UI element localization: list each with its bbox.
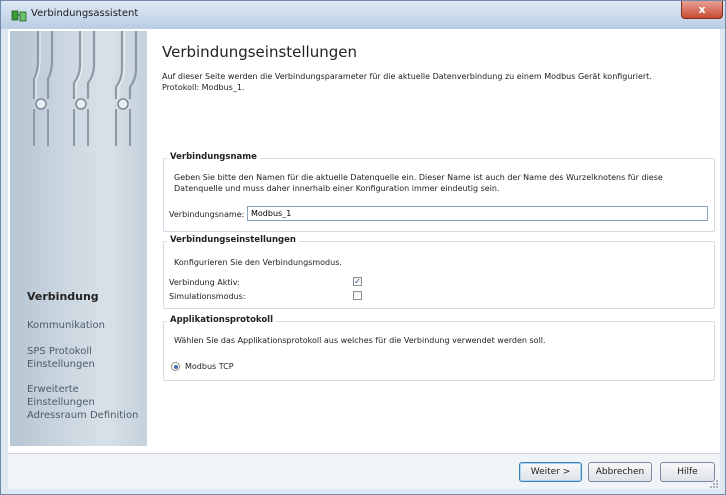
page-description-line2: Protokoll: Modbus_1. xyxy=(162,83,245,92)
group-verbindungseinstellungen-title: Verbindungseinstellungen xyxy=(167,235,299,245)
group-verbindungsname-text-line1: Geben Sie bitte den Namen für die aktuel… xyxy=(174,173,663,182)
sidebar-item-verbindung[interactable]: Verbindung xyxy=(27,290,99,303)
window-title: Verbindungsassistent xyxy=(31,8,139,19)
modbus-tcp-label[interactable]: Modbus TCP xyxy=(185,362,234,371)
wizard-sidebar: Verbindung Kommunikation SPS Protokoll E… xyxy=(10,31,147,446)
page-description: Auf dieser Seite werden die Verbindungsp… xyxy=(162,71,702,93)
close-button[interactable]: x xyxy=(681,1,723,19)
group-applikationsprotokoll-title: Applikationsprotokoll xyxy=(167,315,277,325)
simulationsmodus-label: Simulationsmodus: xyxy=(169,292,246,301)
group-applikationsprotokoll-text: Wählen Sie das Applikationsprotokoll aus… xyxy=(174,336,546,345)
next-button[interactable]: Weiter > xyxy=(519,462,582,482)
cancel-button[interactable]: Abbrechen xyxy=(588,462,652,482)
group-verbindungseinstellungen-text: Konfigurieren Sie den Verbindungsmodus. xyxy=(174,258,342,267)
verbindung-aktiv-checkbox[interactable]: ✓ xyxy=(353,277,362,286)
group-verbindungsname-text: Geben Sie bitte den Namen für die aktuel… xyxy=(174,172,709,194)
modbus-tcp-radio[interactable] xyxy=(171,362,180,371)
page-description-line1: Auf dieser Seite werden die Verbindungsp… xyxy=(162,72,652,81)
title-bar[interactable]: Verbindungsassistent x xyxy=(1,1,725,29)
group-verbindungsname-text-line2: Datenquelle und muss daher innerhalb ein… xyxy=(174,184,500,193)
sidebar-item-kommunikation[interactable]: Kommunikation xyxy=(27,319,105,332)
page-title: Verbindungseinstellungen xyxy=(162,43,357,61)
circuit-decoration-icon xyxy=(32,31,138,146)
sidebar-item-sps-protokoll[interactable]: SPS Protokoll Einstellungen xyxy=(27,345,142,371)
group-verbindungsname-title: Verbindungsname xyxy=(167,152,260,162)
wizard-window: Verbindungsassistent x Verbindung Kommun… xyxy=(0,0,726,495)
verbindung-aktiv-label: Verbindung Aktiv: xyxy=(169,278,240,287)
simulationsmodus-checkbox[interactable] xyxy=(353,291,362,300)
help-button[interactable]: Hilfe xyxy=(660,462,715,482)
group-applikationsprotokoll xyxy=(163,321,715,381)
group-verbindungseinstellungen xyxy=(163,241,715,309)
sidebar-item-erweiterte-einstellungen[interactable]: Erweiterte Einstellungen xyxy=(27,383,147,409)
verbindungsname-input[interactable] xyxy=(247,206,708,221)
verbindungsname-label: Verbindungsname: xyxy=(169,210,245,219)
resize-grip-icon[interactable] xyxy=(709,479,719,489)
app-icon xyxy=(11,8,27,22)
sidebar-item-adressraum-definition[interactable]: Adressraum Definition xyxy=(27,409,138,422)
